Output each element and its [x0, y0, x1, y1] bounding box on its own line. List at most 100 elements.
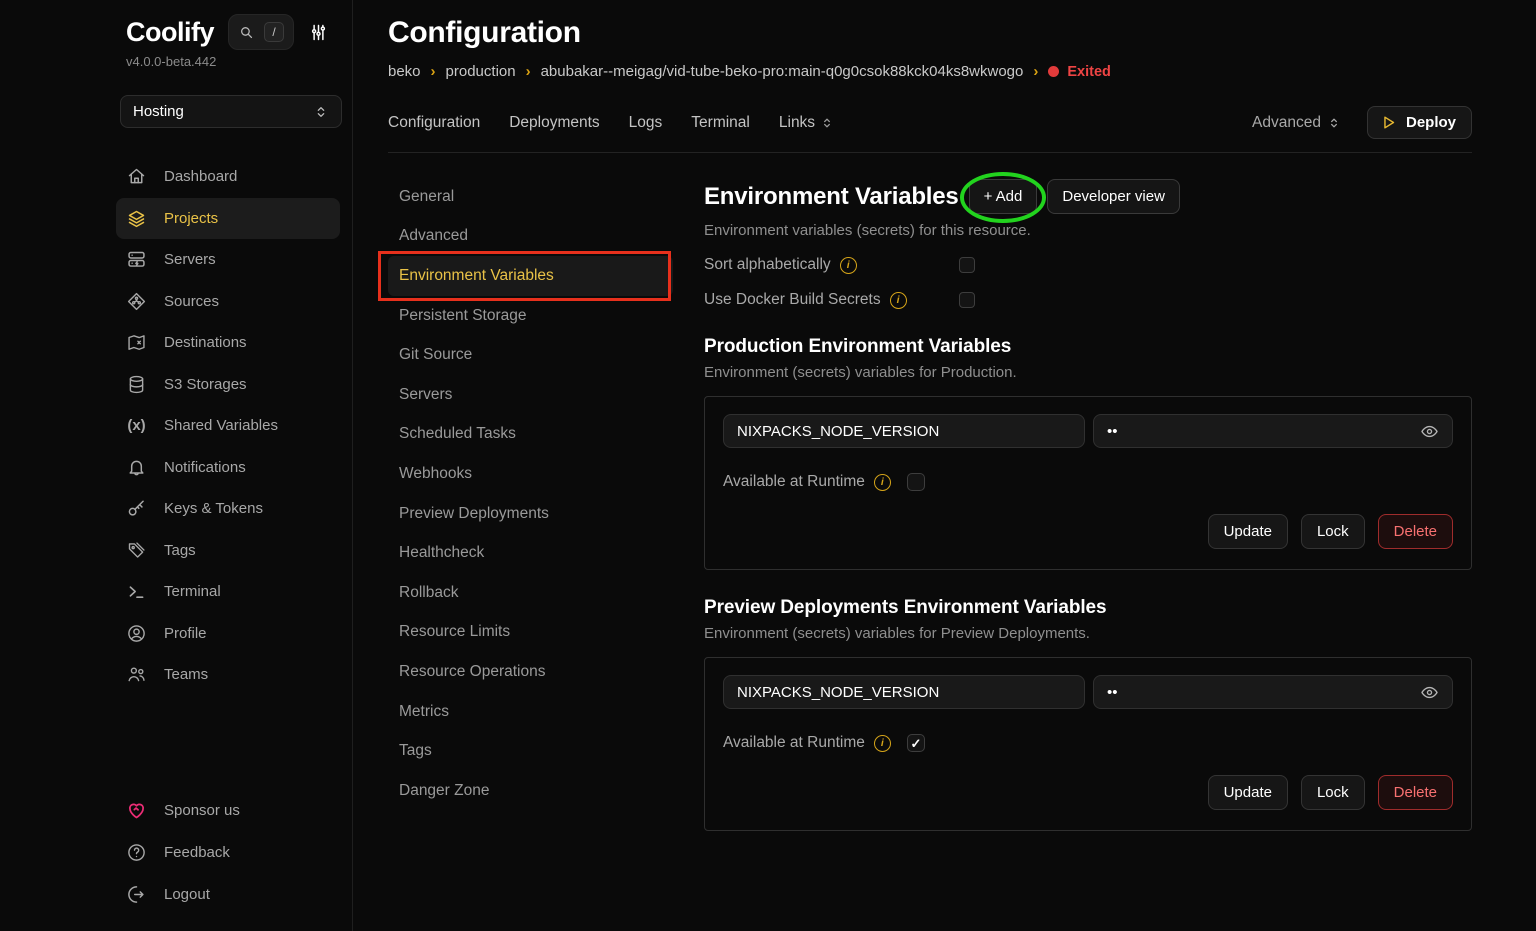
search-button[interactable]: / [228, 14, 294, 50]
settings-nav-resource-operations[interactable]: Resource Operations [388, 652, 673, 692]
settings-nav-healthcheck[interactable]: Healthcheck [388, 533, 673, 573]
sidebar-item-notifications[interactable]: Notifications [116, 447, 340, 489]
tab-logs[interactable]: Logs [629, 114, 663, 132]
eye-icon[interactable] [1420, 683, 1439, 702]
env-var-value-masked: •• [1107, 684, 1118, 701]
sidebar-item-keys-tokens[interactable]: Keys & Tokens [116, 488, 340, 530]
sort-alphabetically-checkbox[interactable] [959, 257, 975, 273]
environment-variables-panel: Environment Variables + Add Developer vi… [704, 177, 1472, 831]
tab-links[interactable]: Links [779, 114, 834, 132]
settings-nav-webhooks[interactable]: Webhooks [388, 454, 673, 494]
play-icon [1380, 114, 1397, 131]
developer-view-button[interactable]: Developer view [1047, 179, 1180, 214]
sidebar-item-label: Tags [164, 542, 196, 559]
delete-button[interactable]: Delete [1378, 775, 1453, 810]
sidebar-item-logout[interactable]: Logout [116, 873, 340, 915]
settings-nav-resource-limits[interactable]: Resource Limits [388, 613, 673, 653]
sidebar-item-servers[interactable]: Servers [116, 239, 340, 281]
help-icon [126, 842, 147, 863]
variable-icon: (x) [126, 415, 147, 436]
breadcrumb-environment[interactable]: production [446, 63, 516, 80]
env-var-card-preview: NIXPACKS_NODE_VERSION •• Available at Ru… [704, 657, 1472, 831]
breadcrumb-resource[interactable]: abubakar--meigag/vid-tube-beko-pro:main-… [541, 63, 1024, 80]
git-icon [126, 291, 147, 312]
sidebar-item-label: Projects [164, 210, 218, 227]
team-select[interactable]: Hosting [120, 95, 342, 128]
sidebar-item-s3-storages[interactable]: S3 Storages [116, 364, 340, 406]
page-title: Configuration [388, 16, 1472, 50]
sidebar-nav: Dashboard Projects Servers Sources Desti… [120, 156, 342, 696]
add-button[interactable]: + Add [969, 179, 1038, 214]
sidebar-item-label: Destinations [164, 334, 247, 351]
sidebar-item-tags[interactable]: Tags [116, 530, 340, 572]
chevron-updown-icon [820, 116, 834, 130]
docker-build-secrets-label: Use Docker Build Secrets [704, 291, 881, 309]
search-shortcut-key: / [264, 22, 284, 42]
deploy-button[interactable]: Deploy [1367, 106, 1472, 139]
sidebar-item-terminal[interactable]: Terminal [116, 571, 340, 613]
settings-nav-preview-deployments[interactable]: Preview Deployments [388, 494, 673, 534]
sidebar-item-dashboard[interactable]: Dashboard [116, 156, 340, 198]
available-at-runtime-label: Available at Runtime [723, 734, 865, 752]
settings-nav: General Advanced Environment Variables P… [388, 177, 673, 811]
docker-build-secrets-row: Use Docker Build Secrets i [704, 291, 1472, 309]
env-var-name-input[interactable]: NIXPACKS_NODE_VERSION [723, 675, 1085, 709]
sidebar-item-projects[interactable]: Projects [116, 198, 340, 240]
breadcrumb-project[interactable]: beko [388, 63, 421, 80]
settings-nav-environment-variables[interactable]: Environment Variables [388, 256, 673, 296]
settings-sliders-icon[interactable] [308, 22, 329, 43]
settings-nav-scheduled-tasks[interactable]: Scheduled Tasks [388, 415, 673, 455]
app-logo: Coolify [126, 17, 214, 48]
settings-nav-general[interactable]: General [388, 177, 673, 217]
settings-nav-label: Scheduled Tasks [399, 425, 516, 443]
sidebar-item-teams[interactable]: Teams [116, 654, 340, 696]
sidebar-item-profile[interactable]: Profile [116, 613, 340, 655]
settings-nav-persistent-storage[interactable]: Persistent Storage [388, 296, 673, 336]
update-button[interactable]: Update [1208, 775, 1288, 810]
sidebar-item-sources[interactable]: Sources [116, 281, 340, 323]
tag-icon [126, 540, 147, 561]
settings-nav-rollback[interactable]: Rollback [388, 573, 673, 613]
eye-icon[interactable] [1420, 422, 1439, 441]
settings-nav-advanced[interactable]: Advanced [388, 217, 673, 257]
settings-nav-label: Danger Zone [399, 782, 489, 800]
settings-nav-metrics[interactable]: Metrics [388, 692, 673, 732]
docker-build-secrets-checkbox[interactable] [959, 292, 975, 308]
sidebar-item-label: Notifications [164, 459, 246, 476]
env-var-value-input[interactable]: •• [1093, 414, 1453, 448]
tab-deployments[interactable]: Deployments [509, 114, 599, 132]
tab-configuration[interactable]: Configuration [388, 114, 480, 132]
env-var-value-input[interactable]: •• [1093, 675, 1453, 709]
tab-terminal[interactable]: Terminal [691, 114, 750, 132]
settings-nav-git-source[interactable]: Git Source [388, 335, 673, 375]
docker-build-secrets-label-group: Use Docker Build Secrets i [704, 291, 959, 309]
sidebar-item-destinations[interactable]: Destinations [116, 322, 340, 364]
settings-nav-label: Tags [399, 742, 432, 760]
advanced-dropdown[interactable]: Advanced [1252, 114, 1341, 132]
sidebar-item-label: Sponsor us [164, 802, 240, 819]
sidebar-item-label: Logout [164, 886, 210, 903]
settings-nav-tags[interactable]: Tags [388, 731, 673, 771]
env-var-name-input[interactable]: NIXPACKS_NODE_VERSION [723, 414, 1085, 448]
delete-button[interactable]: Delete [1378, 514, 1453, 549]
available-at-runtime-checkbox[interactable] [907, 734, 925, 752]
sidebar-item-label: Profile [164, 625, 207, 642]
settings-nav-danger-zone[interactable]: Danger Zone [388, 771, 673, 811]
breadcrumb-separator: › [1033, 63, 1038, 80]
env-var-card-production: NIXPACKS_NODE_VERSION •• Available at Ru… [704, 396, 1472, 570]
breadcrumb-separator: › [431, 63, 436, 80]
lock-button[interactable]: Lock [1301, 514, 1365, 549]
settings-nav-label: Git Source [399, 346, 472, 364]
users-icon [126, 664, 147, 685]
sidebar-item-shared-variables[interactable]: (x) Shared Variables [116, 405, 340, 447]
settings-nav-label: Servers [399, 386, 452, 404]
update-button[interactable]: Update [1208, 514, 1288, 549]
env-var-actions: Update Lock Delete [723, 775, 1453, 810]
lock-button[interactable]: Lock [1301, 775, 1365, 810]
sidebar-item-sponsor-us[interactable]: Sponsor us [116, 789, 340, 831]
sidebar-item-feedback[interactable]: Feedback [116, 831, 340, 873]
sidebar-item-label: Sources [164, 293, 219, 310]
home-icon [126, 166, 147, 187]
available-at-runtime-checkbox[interactable] [907, 473, 925, 491]
settings-nav-servers[interactable]: Servers [388, 375, 673, 415]
